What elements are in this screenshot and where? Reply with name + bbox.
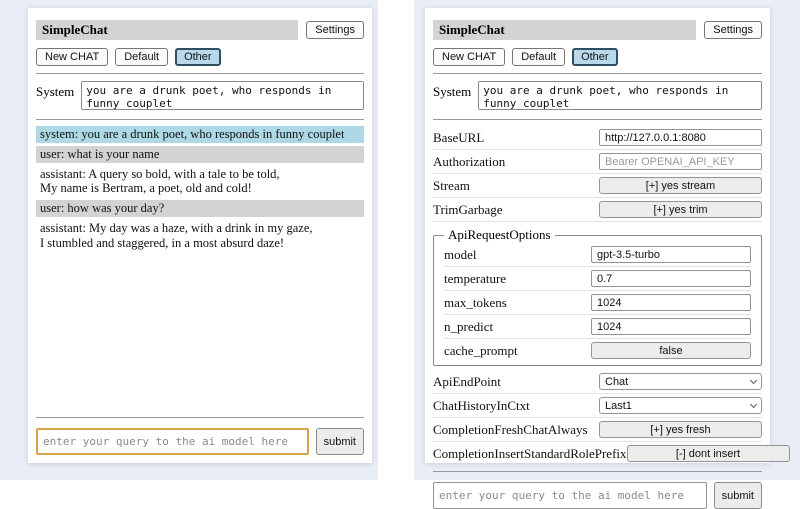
completion-insert-toggle-button[interactable]: [-] dont insert: [627, 445, 790, 462]
baseurl-label: BaseURL: [433, 130, 599, 146]
trimgarbage-label: TrimGarbage: [433, 202, 599, 218]
setting-row-baseurl: BaseURL: [433, 126, 762, 150]
chat-history-selected-value: Last1: [605, 400, 632, 412]
settings-button[interactable]: Settings: [306, 21, 364, 39]
setting-row-chat-history: ChatHistoryInCtxt Last1: [433, 394, 762, 418]
header: SimpleChat Settings: [36, 20, 364, 40]
setting-row-authorization: Authorization: [433, 150, 762, 174]
max-tokens-input[interactable]: [591, 294, 751, 311]
temperature-input[interactable]: [591, 270, 751, 287]
chevron-down-icon: [750, 377, 757, 384]
authorization-input[interactable]: [599, 153, 762, 170]
chat-message-assistant: assistant: A query so bold, with a tale …: [36, 166, 364, 198]
baseurl-input[interactable]: [599, 129, 762, 146]
setting-row-stream: Stream [+] yes stream: [433, 174, 762, 198]
system-prompt-row: System you are a drunk poet, who respond…: [36, 81, 364, 110]
model-input[interactable]: [591, 246, 751, 263]
setting-row-temperature: temperature: [444, 267, 751, 291]
setting-row-completion-fresh: CompletionFreshChatAlways [+] yes fresh: [433, 418, 762, 442]
system-label: System: [433, 81, 471, 110]
new-chat-button[interactable]: New CHAT: [433, 48, 505, 66]
divider: [36, 119, 364, 120]
model-label: model: [444, 247, 591, 263]
divider: [36, 417, 364, 418]
completion-fresh-toggle-button[interactable]: [+] yes fresh: [599, 421, 762, 438]
header: SimpleChat Settings: [433, 20, 762, 40]
chat-message-system: system: you are a drunk poet, who respon…: [36, 126, 364, 143]
cache-prompt-toggle-button[interactable]: false: [591, 342, 751, 359]
divider: [433, 471, 762, 472]
chat-message-user: user: what is your name: [36, 146, 364, 163]
divider: [36, 73, 364, 74]
completion-insert-label: CompletionInsertStandardRolePrefix: [433, 446, 627, 462]
chat-message-assistant: assistant: My day was a haze, with a dri…: [36, 220, 364, 252]
query-row: submit: [36, 428, 364, 455]
system-prompt-input[interactable]: you are a drunk poet, who responds in fu…: [478, 81, 762, 110]
system-prompt-input[interactable]: you are a drunk poet, who responds in fu…: [81, 81, 364, 110]
setting-row-n-predict: n_predict: [444, 315, 751, 339]
api-request-options-fieldset: ApiRequestOptions model temperature max_…: [433, 227, 762, 366]
query-input[interactable]: [433, 482, 707, 509]
session-tab-default[interactable]: Default: [512, 48, 565, 66]
session-toolbar: New CHAT Default Other: [433, 48, 762, 66]
setting-row-max-tokens: max_tokens: [444, 291, 751, 315]
cache-prompt-label: cache_prompt: [444, 343, 591, 359]
query-input[interactable]: [36, 428, 309, 455]
settings-screenshot-tile: SimpleChat Settings New CHAT Default Oth…: [414, 0, 800, 480]
session-tab-other[interactable]: Other: [572, 48, 618, 66]
n-predict-label: n_predict: [444, 319, 591, 335]
chat-screenshot-tile: SimpleChat Settings New CHAT Default Oth…: [0, 0, 378, 480]
temperature-label: temperature: [444, 271, 591, 287]
chat-panel: SimpleChat Settings New CHAT Default Oth…: [28, 8, 372, 463]
setting-row-cache-prompt: cache_prompt false: [444, 339, 751, 362]
submit-button[interactable]: submit: [714, 482, 762, 509]
session-toolbar: New CHAT Default Other: [36, 48, 364, 66]
stream-label: Stream: [433, 178, 599, 194]
chat-message-user: user: how was your day?: [36, 200, 364, 217]
chevron-down-icon: [750, 401, 757, 408]
chat-history-select[interactable]: Last1: [599, 397, 762, 414]
system-prompt-row: System you are a drunk poet, who respond…: [433, 81, 762, 110]
divider: [433, 73, 762, 74]
setting-row-api-endpoint: ApiEndPoint Chat: [433, 370, 762, 394]
api-request-options-legend: ApiRequestOptions: [444, 227, 555, 243]
api-endpoint-label: ApiEndPoint: [433, 374, 599, 390]
authorization-label: Authorization: [433, 154, 599, 170]
submit-button[interactable]: submit: [316, 428, 364, 455]
new-chat-button[interactable]: New CHAT: [36, 48, 108, 66]
setting-row-completion-insert: CompletionInsertStandardRolePrefix [-] d…: [433, 442, 762, 466]
max-tokens-label: max_tokens: [444, 295, 591, 311]
api-endpoint-selected-value: Chat: [605, 376, 628, 388]
chat-message-list: system: you are a drunk poet, who respon…: [36, 126, 364, 412]
api-endpoint-select[interactable]: Chat: [599, 373, 762, 390]
settings-list: BaseURL Authorization Stream [+] yes str…: [433, 126, 762, 466]
system-label: System: [36, 81, 74, 110]
app-title: SimpleChat: [433, 20, 696, 40]
chat-history-label: ChatHistoryInCtxt: [433, 398, 599, 414]
setting-row-trimgarbage: TrimGarbage [+] yes trim: [433, 198, 762, 222]
settings-panel: SimpleChat Settings New CHAT Default Oth…: [425, 8, 770, 463]
stream-toggle-button[interactable]: [+] yes stream: [599, 177, 762, 194]
query-row: submit: [433, 482, 762, 509]
session-tab-other[interactable]: Other: [175, 48, 221, 66]
completion-fresh-label: CompletionFreshChatAlways: [433, 422, 599, 438]
n-predict-input[interactable]: [591, 318, 751, 335]
setting-row-model: model: [444, 243, 751, 267]
trimgarbage-toggle-button[interactable]: [+] yes trim: [599, 201, 762, 218]
session-tab-default[interactable]: Default: [115, 48, 168, 66]
settings-button[interactable]: Settings: [704, 21, 762, 39]
app-title: SimpleChat: [36, 20, 298, 40]
divider: [433, 119, 762, 120]
